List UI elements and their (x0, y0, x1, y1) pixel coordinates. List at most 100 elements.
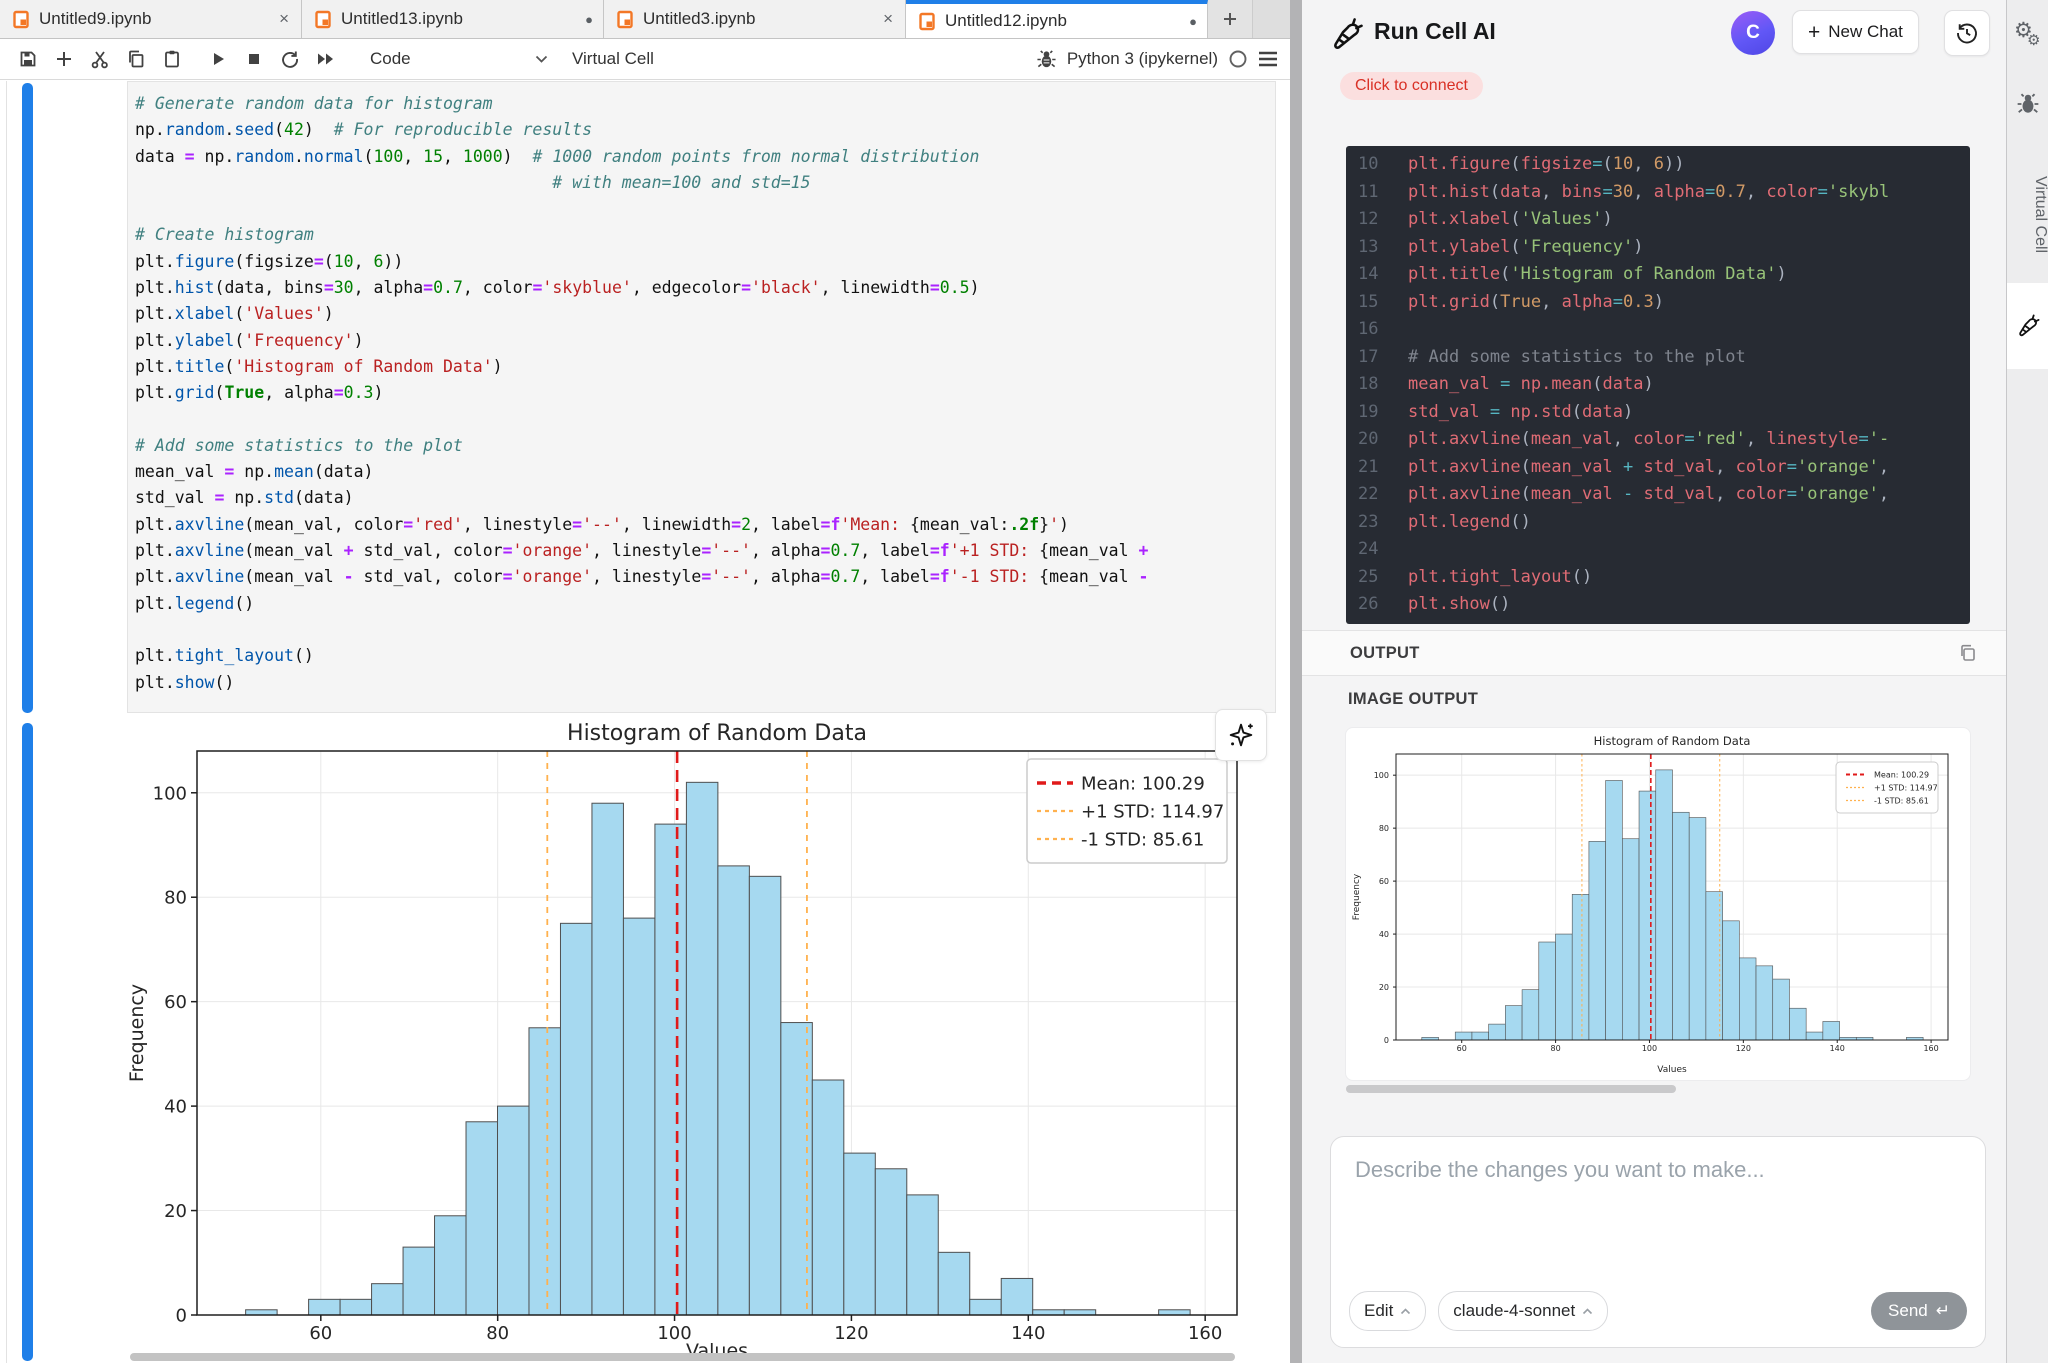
send-button[interactable]: Send ↵ (1871, 1292, 1967, 1330)
save-icon (18, 49, 38, 69)
tab-Untitled12.ipynb[interactable]: Untitled12.ipynb● (906, 0, 1208, 38)
tab-bar: Untitled9.ipynb×Untitled13.ipynb●Untitle… (0, 0, 1290, 39)
copy-icon (126, 49, 146, 69)
svg-text:20: 20 (1379, 983, 1389, 992)
copy-cell-button[interactable] (118, 44, 154, 74)
notebook-icon (918, 12, 937, 31)
chat-input-placeholder[interactable]: Describe the changes you want to make... (1355, 1157, 1765, 1183)
svg-text:-1 STD: 85.61: -1 STD: 85.61 (1081, 829, 1204, 850)
run-icon (208, 49, 228, 69)
connect-status-badge[interactable]: Click to connect (1340, 72, 1483, 100)
tab-label: Untitled3.ipynb (643, 9, 873, 29)
notebook-horizontal-scrollbar[interactable] (130, 1353, 1235, 1361)
dirty-dot-icon: ● (585, 12, 593, 27)
run-cell-ai-sidebar-tab[interactable] (2007, 283, 2048, 369)
copy-icon (1958, 643, 1978, 663)
new-tab-button[interactable] (1208, 0, 1253, 38)
svg-text:120: 120 (1736, 1044, 1751, 1053)
run-cell-ai-panel: Run Cell AI Click to connect C + New Cha… (1302, 0, 2006, 1363)
tab-Untitled9.ipynb[interactable]: Untitled9.ipynb × (0, 0, 302, 38)
model-dropdown[interactable]: claude-4-sonnet (1438, 1291, 1608, 1331)
ai-code-preview: 10plt.figure(figsize=(10, 6))11plt.hist(… (1346, 146, 1970, 624)
paste-icon (162, 49, 182, 69)
chat-history-button[interactable] (1944, 10, 1990, 56)
output-cell-selection-bar[interactable] (22, 723, 33, 1361)
svg-text:+1 STD: 114.97: +1 STD: 114.97 (1874, 783, 1938, 792)
kernel-name[interactable]: Python 3 (ipykernel) (1067, 49, 1218, 69)
code-editor[interactable]: # Generate random data for histogramnp.r… (135, 91, 1265, 696)
image-output-scrollbar[interactable] (1346, 1085, 1676, 1093)
tab-bar-empty-space (1253, 0, 1290, 38)
svg-text:80: 80 (1379, 824, 1389, 833)
bug-icon[interactable] (1036, 49, 1057, 70)
carrot-icon (2015, 313, 2041, 339)
add-cell-button[interactable] (46, 44, 82, 74)
kernel-status-icon (1228, 49, 1248, 69)
tab-Untitled13.ipynb[interactable]: Untitled13.ipynb ● (302, 0, 604, 38)
debugger-tab[interactable] (2016, 92, 2040, 121)
notebook-content: # Generate random data for histogramnp.r… (0, 81, 1290, 1363)
tab-strip: Untitled9.ipynb×Untitled13.ipynb●Untitle… (0, 0, 1208, 38)
notebook-icon (616, 10, 635, 29)
property-inspector-tab[interactable]: ⚙ ⚙ (2007, 18, 2048, 58)
histogram-thumbnail: 6080100120140160020406080100Histogram of… (1350, 732, 1966, 1076)
notebook-panel: Untitled9.ipynb×Untitled13.ipynb●Untitle… (0, 0, 1290, 1363)
avatar[interactable]: C (1731, 11, 1775, 55)
copy-output-button[interactable] (1958, 643, 1978, 663)
tab-label: Untitled13.ipynb (341, 9, 577, 29)
fast-forward-icon (315, 49, 337, 69)
svg-text:80: 80 (164, 888, 187, 909)
panel-title: Run Cell AI (1374, 18, 1496, 45)
chat-input-card[interactable]: Describe the changes you want to make...… (1330, 1136, 1986, 1348)
tab-Untitled3.ipynb[interactable]: Untitled3.ipynb × (604, 0, 906, 38)
svg-text:100: 100 (1642, 1044, 1657, 1053)
restart-kernel-button[interactable] (272, 44, 308, 74)
restart-run-all-button[interactable] (308, 44, 344, 74)
chevron-up-icon (1400, 1308, 1411, 1315)
hamburger-icon[interactable] (1258, 51, 1278, 67)
svg-text:-1 STD: 85.61: -1 STD: 85.61 (1874, 796, 1929, 805)
send-label: Send (1888, 1301, 1928, 1321)
svg-text:0: 0 (176, 1305, 187, 1326)
right-icon-sidebar: ⚙ ⚙ Virtual Cell (2006, 0, 2048, 1363)
cut-cell-button[interactable] (82, 44, 118, 74)
chevron-down-icon (535, 55, 548, 63)
svg-text:100: 100 (153, 783, 187, 804)
tab-label: Untitled9.ipynb (39, 9, 269, 29)
svg-text:140: 140 (1011, 1323, 1045, 1344)
history-icon (1955, 21, 1979, 45)
app-window: Untitled9.ipynb×Untitled13.ipynb●Untitle… (0, 0, 2048, 1363)
notebook-icon (314, 10, 333, 29)
svg-text:20: 20 (164, 1201, 187, 1222)
panel-resize-divider[interactable] (1290, 0, 1302, 1363)
svg-text:Histogram of Random Data: Histogram of Random Data (1594, 734, 1751, 748)
close-icon[interactable]: × (881, 9, 895, 29)
code-cell-selection-bar[interactable] (22, 83, 33, 713)
tab-label: Untitled12.ipynb (945, 11, 1181, 31)
virtual-cell-toolbar-button[interactable]: Virtual Cell (572, 49, 654, 69)
cell-type-dropdown[interactable]: Code (370, 49, 548, 69)
panel-left-edge (6, 81, 7, 1363)
notebook-toolbar: Code Virtual Cell Python 3 (ipykernel) (0, 39, 1290, 80)
stop-icon (244, 49, 264, 69)
paste-cell-button[interactable] (154, 44, 190, 74)
plus-icon: + (1808, 22, 1820, 43)
interrupt-kernel-button[interactable] (236, 44, 272, 74)
svg-text:120: 120 (834, 1323, 868, 1344)
image-output-card[interactable]: 6080100120140160020406080100Histogram of… (1345, 727, 1971, 1081)
new-chat-button[interactable]: + New Chat (1792, 10, 1919, 54)
close-icon[interactable]: × (277, 9, 291, 29)
svg-text:160: 160 (1923, 1044, 1938, 1053)
ai-sparkle-button[interactable] (1215, 709, 1267, 761)
image-output-label: IMAGE OUTPUT (1348, 690, 1478, 709)
mode-dropdown[interactable]: Edit (1349, 1291, 1426, 1331)
svg-text:Frequency: Frequency (1352, 873, 1362, 920)
save-button[interactable] (10, 44, 46, 74)
svg-text:Mean: 100.29: Mean: 100.29 (1081, 773, 1205, 794)
run-cell-button[interactable] (200, 44, 236, 74)
notebook-icon (12, 10, 31, 29)
output-cell: 6080100120140160020406080100Histogram of… (127, 716, 1287, 1363)
svg-text:60: 60 (309, 1323, 332, 1344)
virtual-cell-sidebar-tab[interactable]: Virtual Cell (2007, 150, 2048, 280)
svg-text:Frequency: Frequency (126, 984, 148, 1082)
